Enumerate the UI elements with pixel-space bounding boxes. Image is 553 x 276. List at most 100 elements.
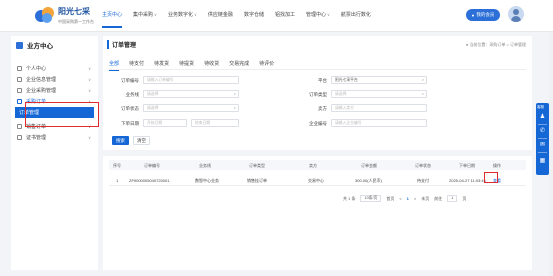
grid-icon [16,41,23,49]
search-button[interactable]: 搜索 [112,136,129,145]
chevron-down-icon: ∨ [421,92,424,96]
nav-item-home-center[interactable]: 主页中心 [102,11,123,28]
nav-item-processing[interactable]: 铝找加工 [275,11,295,28]
col-action: 操作 [493,163,501,168]
order-type-select[interactable]: 请选择 ∨ [331,90,427,98]
nav-item-central-purchase[interactable]: 集中采购∨ [133,11,157,28]
tabs-divider [109,69,526,70]
col-business: 业务线 [199,163,211,168]
order-date-label: 下单日期 [121,121,139,126]
order-no-input[interactable]: 请输入订单编号 [143,76,239,84]
sidebar: 业方中心 个人中心 ∨ 企业信息管理 ∨ 企业采购管理 ∨ 采购订单 ∧ 订单管… [11,36,98,270]
goto-label: 前往 [434,195,443,201]
sidebar-item-personal-center[interactable]: 个人中心 ∨ [11,63,98,74]
avatar-head-icon [513,9,519,15]
avatar[interactable] [508,6,524,22]
chevron-down-icon: ∨ [233,92,236,96]
next-page-button[interactable]: > [414,196,416,201]
order-no-label: 订单编号 [121,78,139,83]
avatar-body-icon [511,16,521,22]
platform-label: 平台 [318,78,327,83]
certificate-icon [17,135,22,140]
chevron-down-icon: ∨ [233,106,236,110]
building-icon [17,77,22,82]
cell-order-no: ZF9000005040720001 [129,178,170,183]
top-nav: 主页中心 集中采购∨ 业务数字化∨ 供应链金融 数字仓储 铝找加工 管理中心∨ … [102,11,382,28]
chevron-down-icon: ∨ [193,12,197,17]
col-order-no: 订单编号 [144,163,160,168]
prev-page-button[interactable]: < [399,196,401,201]
brand-name: 阳光七采 [58,7,90,16]
sidebar-item-enterprise-info[interactable]: 企业信息管理 ∨ [11,74,98,85]
section-divider [103,150,532,156]
pagination: 共 1 条 10条/页 首页 < 1 > 末页 前往 1 页 [343,195,471,202]
chevron-down-icon: ∨ [88,66,91,71]
page-unit: 页 [462,195,467,201]
brand: 阳光七采 中国采购第一工作台 [58,6,94,25]
page-size-select[interactable]: 10条/页 [360,195,382,202]
table-header: 序号 订单编号 业务线 订单类型 卖方 订单金额 订单状态 下单日期 操作 [109,160,526,170]
person-icon[interactable]: ♟ [539,114,546,121]
float-divider [538,138,547,139]
sidebar-item-certificates[interactable]: 证书管理 ∨ [11,132,98,143]
start-date-input[interactable]: 开始日期 [143,119,187,127]
chevron-down-icon: ∨ [88,88,91,93]
top-header: 阳光七采 中国采购第一工作台 主页中心 集中采购∨ 业务数字化∨ 供应链金融 数… [0,0,553,32]
seller-label: 卖方 [318,106,327,111]
nav-item-digital-warehouse[interactable]: 数字仓储 [244,11,264,28]
col-order-date: 下单日期 [459,163,475,168]
cell-amount: 300.00(人民币) [355,178,382,183]
sidebar-item-enterprise-purchase[interactable]: 企业采购管理 ∨ [11,85,98,96]
float-toolbar-label: 客服 [537,105,544,109]
goto-page-input[interactable]: 1 [447,195,458,202]
col-amount: 订单金额 [361,163,377,168]
sidebar-title-text: 业方中心 [27,43,53,50]
mail-icon[interactable]: ✉ [539,142,546,149]
seller-input[interactable]: 请输入卖方 [331,104,427,112]
current-page[interactable]: 1 [407,196,409,201]
page-title: 订单管理 [107,40,136,49]
cell-order-type: 销售挂订单 [247,178,267,183]
first-page-button[interactable]: 首页 [386,196,394,202]
order-status-select[interactable]: 请选择 ∨ [143,104,239,112]
highlight-box-action [484,172,498,183]
page-scrollbar[interactable] [549,32,553,276]
cell-business: 数智中心业务 [195,178,219,183]
business-line-select[interactable]: 请选择 ∨ [143,90,239,98]
total-count: 共 1 条 [343,195,356,201]
nav-item-management-center[interactable]: 管理中心∨ [306,11,330,28]
float-toolbar: 客服 ♟ ✆ ✉ ▦ [536,103,549,175]
cell-order-date: 2025-04-27 11:03:46 [449,178,486,183]
chevron-down-icon: ∨ [88,77,91,82]
table-row: 1 ZF9000005040720001 数智中心业务 销售挂订单 交易中心 3… [109,174,526,186]
cart-icon [17,88,22,93]
chevron-down-icon: ∨ [88,135,91,140]
nav-item-digital-business[interactable]: 业务数字化∨ [168,11,197,28]
nav-item-supply-finance[interactable]: 供应链金融 [208,11,233,28]
last-page-button[interactable]: 末页 [421,196,429,202]
order-type-label: 订单类型 [309,92,327,97]
enterprise-no-label: 企业编号 [309,121,327,126]
cell-status: 待支付 [417,178,429,183]
member-button[interactable]: ● 我的会员 [466,9,500,21]
qrcode-icon[interactable]: ▦ [539,158,546,165]
cell-index: 1 [116,178,119,183]
brand-logo-icon[interactable] [33,5,57,23]
enterprise-no-input[interactable]: 请输入企业编号 [331,119,427,127]
float-divider [538,152,547,153]
member-button-label: 我的会员 [476,12,495,17]
platform-select[interactable]: 阳光七采平台 ∨ [331,76,427,84]
clear-button[interactable]: 清空 [133,136,150,145]
document-icon [17,99,22,104]
document-icon [17,124,22,129]
main-panel: 订单管理 ● 当前位置：采购订单 > 订单管理 全部 待支付 待发货 待提货 待… [103,36,532,270]
chevron-down-icon: ∨ [326,12,330,17]
brand-subtitle: 中国采购第一工作台 [58,19,94,24]
cell-seller: 交易中心 [308,178,324,183]
end-date-input[interactable]: 结束日期 [191,119,239,127]
chevron-down-icon: ∨ [154,12,157,17]
float-divider [538,124,547,125]
nav-item-travel[interactable]: 航票出行数化 [341,11,371,28]
col-order-type: 订单类型 [249,163,265,168]
phone-icon[interactable]: ✆ [539,128,546,135]
